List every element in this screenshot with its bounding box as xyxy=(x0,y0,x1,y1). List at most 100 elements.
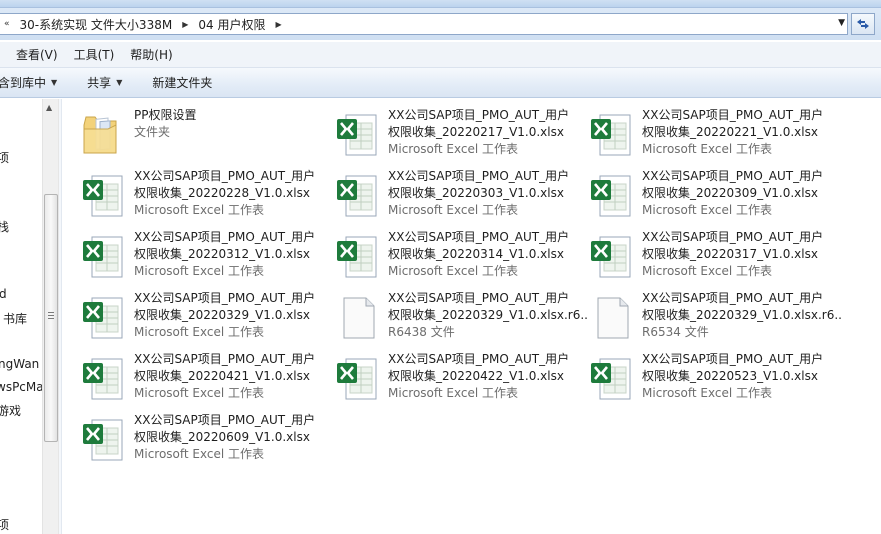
breadcrumb-segment-2[interactable]: 04 用户权限 xyxy=(194,16,269,33)
nav-item[interactable]: d xyxy=(0,287,7,301)
file-item[interactable]: XX公司SAP项目_PMO_AUT_用户 权限收集_20220317_V1.0.x… xyxy=(588,229,838,285)
file-type-label: Microsoft Excel 工作表 xyxy=(388,386,519,400)
menu-view[interactable]: 查看(V) xyxy=(0,46,66,63)
nav-item[interactable]: 游戏 xyxy=(0,402,21,419)
file-item[interactable]: XX公司SAP项目_PMO_AUT_用户 权限收集_20220228_V1.0.x… xyxy=(80,168,330,224)
breadcrumb-separator-icon[interactable]: ▶ xyxy=(176,20,194,29)
share-label: 共享 xyxy=(87,76,112,90)
menu-help[interactable]: 帮助(H) xyxy=(122,46,180,63)
refresh-button[interactable] xyxy=(851,13,875,35)
file-type-label: Microsoft Excel 工作表 xyxy=(642,203,773,217)
nav-item[interactable]: 栈 xyxy=(0,218,9,235)
file-name-line-2: 权限收集_20220317_V1.0.xlsx xyxy=(642,247,818,261)
nav-item[interactable]: 书库 xyxy=(3,310,27,327)
file-name-line-1: XX公司SAP项目_PMO_AUT_用户 xyxy=(642,230,824,244)
file-name-line-1: XX公司SAP项目_PMO_AUT_用户 xyxy=(642,108,824,122)
file-name-line-2: 权限收集_20220303_V1.0.xlsx xyxy=(388,186,564,200)
file-name-line-1: XX公司SAP项目_PMO_AUT_用户 xyxy=(134,413,316,427)
breadcrumb-segment-1[interactable]: 30-系统实现 文件大小338M xyxy=(16,16,177,33)
file-type-label: Microsoft Excel 工作表 xyxy=(134,264,265,278)
file-name-line-2: 权限收集_20220228_V1.0.xlsx xyxy=(134,186,310,200)
share-button[interactable]: 共享 ▼ xyxy=(69,74,134,91)
file-type-label: Microsoft Excel 工作表 xyxy=(134,325,265,339)
file-name-line-2: 权限收集_20220609_V1.0.xlsx xyxy=(134,430,310,444)
excel-icon xyxy=(334,355,382,403)
grip-icon xyxy=(48,312,54,321)
excel-icon xyxy=(80,233,128,281)
menu-bar: 查看(V) 工具(T) 帮助(H) xyxy=(0,42,881,68)
file-name-line-2: 权限收集_20220309_V1.0.xlsx xyxy=(642,186,818,200)
command-bar: 含到库中 ▼ 共享 ▼ 新建文件夹 xyxy=(0,68,881,98)
file-item[interactable]: XX公司SAP项目_PMO_AUT_用户 权限收集_20220309_V1.0.x… xyxy=(588,168,838,224)
file-type-label: Microsoft Excel 工作表 xyxy=(642,386,773,400)
file-type-label: R6438 文件 xyxy=(388,325,455,339)
nav-scrollbar[interactable]: ▲ xyxy=(42,99,59,534)
excel-icon xyxy=(80,416,128,464)
file-name-line-2: 权限收集_20220329_V1.0.xlsx.r6... xyxy=(388,308,588,322)
file-item[interactable]: XX公司SAP项目_PMO_AUT_用户 权限收集_20220422_V1.0.x… xyxy=(334,351,584,407)
file-name-line-1: XX公司SAP项目_PMO_AUT_用户 xyxy=(134,352,316,366)
file-item[interactable]: XX公司SAP项目_PMO_AUT_用户 权限收集_20220217_V1.0.x… xyxy=(334,107,584,163)
file-name-line-1: XX公司SAP项目_PMO_AUT_用户 xyxy=(642,352,824,366)
excel-icon xyxy=(588,111,636,159)
address-dropdown-icon[interactable]: ▼ xyxy=(838,18,845,28)
file-type-label: Microsoft Excel 工作表 xyxy=(134,386,265,400)
file-name-line-1: XX公司SAP项目_PMO_AUT_用户 xyxy=(388,291,570,305)
new-folder-button[interactable]: 新建文件夹 xyxy=(134,74,224,91)
nav-item[interactable]: 项 xyxy=(0,516,9,533)
address-bar[interactable]: « 30-系统实现 文件大小338M ▶ 04 用户权限 ▶ ▼ xyxy=(0,13,848,35)
nav-item[interactable]: wsPcMa xyxy=(0,380,42,394)
file-type-label: Microsoft Excel 工作表 xyxy=(642,264,773,278)
file-name-line-1: XX公司SAP项目_PMO_AUT_用户 xyxy=(134,230,316,244)
include-in-library-button[interactable]: 含到库中 ▼ xyxy=(0,74,69,91)
chevron-down-icon: ▼ xyxy=(51,78,58,87)
nav-item[interactable]: 项 xyxy=(0,149,9,166)
file-item[interactable]: XX公司SAP项目_PMO_AUT_用户 权限收集_20220303_V1.0.x… xyxy=(334,168,584,224)
file-name-line-1: XX公司SAP项目_PMO_AUT_用户 xyxy=(642,291,824,305)
file-item[interactable]: XX公司SAP项目_PMO_AUT_用户 权限收集_20220421_V1.0.x… xyxy=(80,351,330,407)
scrollbar-thumb[interactable] xyxy=(44,194,58,442)
navigation-pane[interactable]: 项 栈 d 书库 ngWan wsPcMa 游戏 项 xyxy=(0,99,42,534)
excel-icon xyxy=(588,233,636,281)
file-name-line-1: XX公司SAP项目_PMO_AUT_用户 xyxy=(642,169,824,183)
file-name-line-2: 权限收集_20220329_V1.0.xlsx.r6... xyxy=(642,308,842,322)
breadcrumb-separator-icon[interactable]: ▶ xyxy=(269,20,287,29)
file-type-label: Microsoft Excel 工作表 xyxy=(388,203,519,217)
excel-icon xyxy=(588,172,636,220)
excel-icon xyxy=(334,172,382,220)
file-type-label: Microsoft Excel 工作表 xyxy=(134,203,265,217)
excel-icon xyxy=(334,111,382,159)
file-name-line-2: 权限收集_20220217_V1.0.xlsx xyxy=(388,125,564,139)
file-type-label: 文件夹 xyxy=(134,125,171,139)
file-item[interactable]: XX公司SAP项目_PMO_AUT_用户权限收集_20220329_V1.0.x… xyxy=(588,290,842,346)
file-type-label: R6534 文件 xyxy=(642,325,709,339)
generic-file-icon xyxy=(334,294,382,342)
file-item[interactable]: XX公司SAP项目_PMO_AUT_用户 权限收集_20220329_V1.0.x… xyxy=(80,290,330,346)
file-type-label: Microsoft Excel 工作表 xyxy=(642,142,773,156)
include-in-library-label: 含到库中 xyxy=(0,76,47,90)
file-item[interactable]: XX公司SAP项目_PMO_AUT_用户权限收集_20220329_V1.0.x… xyxy=(334,290,588,346)
window-title-strip xyxy=(0,0,881,8)
menu-tools[interactable]: 工具(T) xyxy=(66,46,123,63)
scroll-up-icon[interactable]: ▲ xyxy=(46,103,52,112)
excel-icon xyxy=(80,172,128,220)
file-name-line-1: XX公司SAP项目_PMO_AUT_用户 xyxy=(388,230,570,244)
file-name-line-2: 权限收集_20220329_V1.0.xlsx xyxy=(134,308,310,322)
file-list[interactable]: PP权限设置 文件夹 XX公司SAP项目_PMO_AUT_用户 权限收集_202202… xyxy=(62,99,881,534)
folder-item[interactable]: PP权限设置 文件夹 xyxy=(80,107,330,163)
file-item[interactable]: XX公司SAP项目_PMO_AUT_用户 权限收集_20220523_V1.0.x… xyxy=(588,351,838,407)
file-name-line-2: 权限收集_20220422_V1.0.xlsx xyxy=(388,369,564,383)
file-name-line-1: XX公司SAP项目_PMO_AUT_用户 xyxy=(134,291,316,305)
file-name-line-1: XX公司SAP项目_PMO_AUT_用户 xyxy=(388,108,570,122)
file-name-line-2: 权限收集_20220523_V1.0.xlsx xyxy=(642,369,818,383)
back-history-arrow-icon[interactable]: « xyxy=(0,19,16,29)
file-name-line-2: 权限收集_20220312_V1.0.xlsx xyxy=(134,247,310,261)
excel-icon xyxy=(80,294,128,342)
file-item[interactable]: XX公司SAP项目_PMO_AUT_用户 权限收集_20220609_V1.0.x… xyxy=(80,412,330,468)
file-name-line-1: PP权限设置 xyxy=(134,108,197,122)
file-item[interactable]: XX公司SAP项目_PMO_AUT_用户 权限收集_20220312_V1.0.x… xyxy=(80,229,330,285)
refresh-icon xyxy=(857,19,869,29)
nav-item[interactable]: ngWan xyxy=(0,357,39,371)
file-item[interactable]: XX公司SAP项目_PMO_AUT_用户 权限收集_20220221_V1.0.x… xyxy=(588,107,838,163)
file-item[interactable]: XX公司SAP项目_PMO_AUT_用户 权限收集_20220314_V1.0.x… xyxy=(334,229,584,285)
